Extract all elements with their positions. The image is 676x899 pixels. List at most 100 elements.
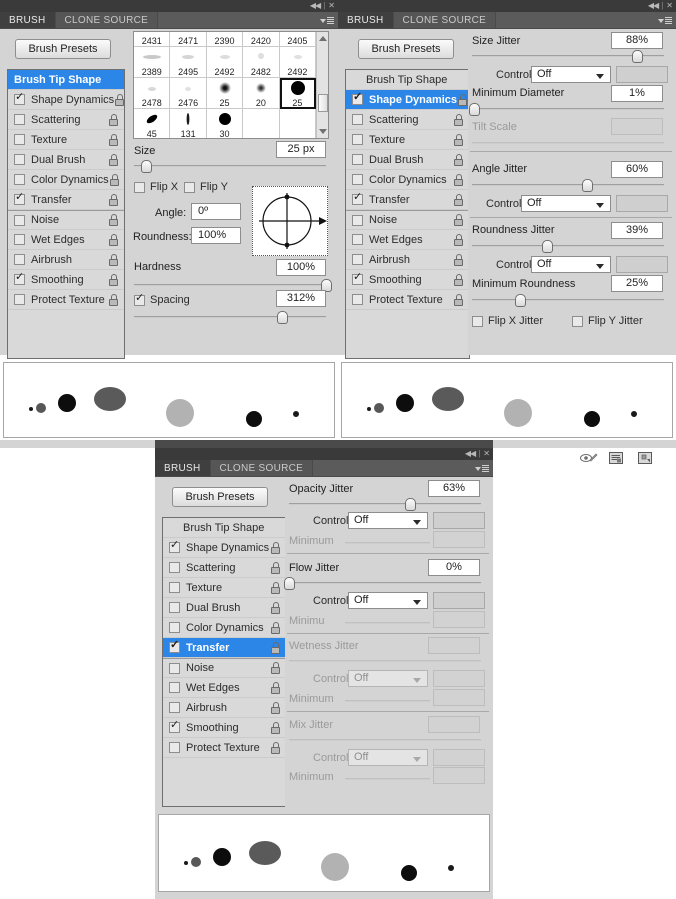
tab-brush[interactable]: BRUSH xyxy=(338,12,394,28)
lock-icon[interactable] xyxy=(270,541,282,554)
delete-brush-icon[interactable] xyxy=(638,452,653,465)
lock-icon[interactable] xyxy=(453,214,465,226)
dual-brush-checkbox[interactable] xyxy=(352,154,363,165)
option-smoothing[interactable]: Smoothing xyxy=(346,270,469,290)
option-brush-tip-shape[interactable]: Brush Tip Shape xyxy=(163,518,286,538)
minimum-roundness-value[interactable]: 25% xyxy=(611,275,663,292)
lock-icon[interactable] xyxy=(270,701,282,714)
protect-texture-checkbox[interactable] xyxy=(352,294,363,305)
collapse-icon[interactable]: ◀◀ xyxy=(465,450,476,458)
lock-icon[interactable] xyxy=(109,173,121,186)
option-brush-tip-shape[interactable]: Brush Tip Shape xyxy=(346,70,469,90)
lock-icon[interactable] xyxy=(108,133,120,146)
flip-y-checkbox[interactable] xyxy=(184,181,195,193)
panel-menu-icon[interactable] xyxy=(320,15,334,26)
option-brush-tip-shape[interactable]: Brush Tip Shape xyxy=(8,70,124,90)
tab-brush[interactable]: BRUSH xyxy=(0,12,56,28)
brush-cell[interactable]: 20 xyxy=(243,78,280,109)
option-scattering[interactable]: Scattering xyxy=(346,110,469,130)
flip-x-checkbox[interactable] xyxy=(134,181,145,193)
flip-x-jitter-checkbox[interactable] xyxy=(472,315,483,327)
lock-icon[interactable] xyxy=(108,273,120,286)
option-airbrush[interactable]: Airbrush xyxy=(346,250,469,270)
option-scattering[interactable]: Scattering xyxy=(8,110,124,130)
brush-cell[interactable]: 2482 xyxy=(243,47,280,78)
option-wet-edges[interactable]: Wet Edges xyxy=(163,678,286,698)
size-slider[interactable] xyxy=(134,160,326,173)
brush-cell[interactable]: 2478 xyxy=(134,78,171,109)
close-icon[interactable]: ✕ xyxy=(328,2,335,10)
lock-icon[interactable] xyxy=(108,113,120,126)
lock-icon[interactable] xyxy=(453,113,465,126)
transfer-checkbox[interactable] xyxy=(169,640,180,653)
scroll-up-icon[interactable] xyxy=(319,36,327,41)
shape-dynamics-checkbox[interactable] xyxy=(169,540,180,553)
flip-y-row[interactable]: Flip Y xyxy=(184,181,228,193)
flip-x-row[interactable]: Flip X xyxy=(134,181,178,193)
option-shape-dynamics[interactable]: Shape Dynamics xyxy=(163,538,286,558)
option-wet-edges[interactable]: Wet Edges xyxy=(8,230,124,250)
wet-edges-checkbox[interactable] xyxy=(169,682,180,693)
flip-y-jitter-checkbox[interactable] xyxy=(572,315,583,327)
spacing-value[interactable]: 312% xyxy=(276,290,326,307)
brush-cell-selected[interactable]: 25 xyxy=(279,78,317,109)
size-value[interactable]: 25 px xyxy=(276,141,326,158)
option-noise[interactable]: Noise xyxy=(163,658,286,678)
lock-icon[interactable] xyxy=(270,741,282,754)
option-dual-brush[interactable]: Dual Brush xyxy=(8,150,124,170)
lock-icon[interactable] xyxy=(108,193,120,206)
color-dynamics-checkbox[interactable] xyxy=(352,174,363,185)
smoothing-checkbox[interactable] xyxy=(14,272,25,285)
angle-jitter-slider[interactable] xyxy=(472,179,664,192)
lock-icon[interactable] xyxy=(108,153,120,166)
brush-cell[interactable]: 131 xyxy=(170,109,207,138)
angle-jitter-value[interactable]: 60% xyxy=(611,161,663,178)
spacing-slider[interactable] xyxy=(134,311,326,324)
noise-checkbox[interactable] xyxy=(352,214,363,226)
lock-icon[interactable] xyxy=(270,621,282,634)
hardness-value[interactable]: 100% xyxy=(276,259,326,276)
brush-cell[interactable]: 2420 xyxy=(243,32,280,47)
roundness-control-extra[interactable] xyxy=(616,256,668,273)
flow-control-select[interactable]: Off xyxy=(348,592,428,609)
option-wet-edges[interactable]: Wet Edges xyxy=(346,230,469,250)
angle-control-select[interactable]: Off xyxy=(521,195,611,212)
tab-clone-source[interactable]: CLONE SOURCE xyxy=(55,12,159,28)
option-dual-brush[interactable]: Dual Brush xyxy=(163,598,286,618)
lock-icon[interactable] xyxy=(270,641,282,654)
dual-brush-checkbox[interactable] xyxy=(14,154,25,165)
tab-clone-source[interactable]: CLONE SOURCE xyxy=(393,12,497,28)
option-dual-brush[interactable]: Dual Brush xyxy=(346,150,469,170)
lock-icon[interactable] xyxy=(108,214,120,226)
option-airbrush[interactable]: Airbrush xyxy=(163,698,286,718)
tab-clone-source[interactable]: CLONE SOURCE xyxy=(210,460,314,476)
texture-checkbox[interactable] xyxy=(352,134,363,145)
spacing-row[interactable]: Spacing xyxy=(134,293,190,306)
lock-icon[interactable] xyxy=(453,273,465,286)
angle-roundness-preview[interactable] xyxy=(252,186,328,256)
option-texture[interactable]: Texture xyxy=(346,130,469,150)
option-noise[interactable]: Noise xyxy=(346,210,469,230)
lock-icon[interactable] xyxy=(453,293,465,306)
lock-icon[interactable] xyxy=(453,153,465,166)
lock-icon[interactable] xyxy=(270,721,282,734)
scattering-checkbox[interactable] xyxy=(14,114,25,125)
opacity-jitter-slider[interactable] xyxy=(289,498,481,511)
minimum-diameter-slider[interactable] xyxy=(468,103,664,116)
option-protect-texture[interactable]: Protect Texture xyxy=(163,738,286,758)
brush-preview-toggle-icon[interactable] xyxy=(580,452,598,465)
option-texture[interactable]: Texture xyxy=(8,130,124,150)
close-icon[interactable]: ✕ xyxy=(666,2,673,10)
lock-icon[interactable] xyxy=(270,662,282,674)
option-shape-dynamics[interactable]: Shape Dynamics xyxy=(8,90,125,110)
lock-icon[interactable] xyxy=(453,253,465,266)
lock-icon[interactable] xyxy=(270,561,282,574)
brush-presets-button[interactable]: Brush Presets xyxy=(358,39,454,59)
flow-jitter-slider[interactable] xyxy=(284,577,481,590)
opacity-control-select[interactable]: Off xyxy=(348,512,428,529)
smoothing-checkbox[interactable] xyxy=(352,272,363,285)
scattering-checkbox[interactable] xyxy=(169,562,180,573)
brush-cell[interactable]: 45 xyxy=(134,109,171,138)
transfer-checkbox[interactable] xyxy=(14,192,25,205)
tab-brush[interactable]: BRUSH xyxy=(155,460,211,476)
